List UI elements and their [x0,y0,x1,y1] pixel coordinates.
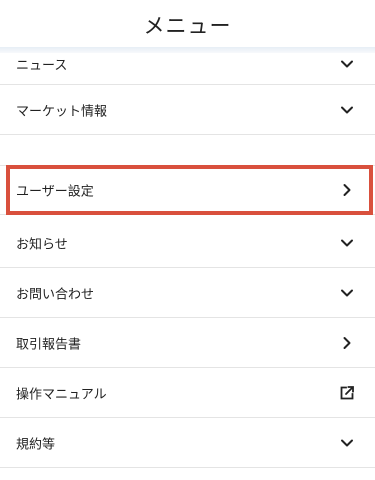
menu-item-contact[interactable]: お問い合わせ [0,268,375,318]
menu-item-trade-reports[interactable]: 取引報告書 [0,318,375,368]
menu-item-market-info[interactable]: マーケット情報 [0,85,375,135]
page-title-text: メニュー [143,14,232,38]
menu-item-label: 規約等 [16,437,56,452]
menu-item-label: マーケット情報 [16,104,108,119]
menu-item-label: お問い合わせ [16,287,95,302]
chevron-right-icon [339,182,355,198]
menu-item-notices[interactable]: お知らせ [0,218,375,268]
section-gap [0,135,375,165]
chevron-down-icon [339,285,355,301]
external-link-icon [339,385,355,401]
menu-item-operation-manual[interactable]: 操作マニュアル [0,368,375,418]
header-divider [0,47,375,53]
chevron-down-icon [339,102,355,118]
chevron-down-icon [339,235,355,251]
menu-item-label: お知らせ [16,237,68,252]
menu-item-terms[interactable]: 規約等 [0,418,375,468]
menu-item-label: ユーザー設定 [16,184,94,200]
chevron-down-icon [339,435,355,451]
menu-item-label: 取引報告書 [16,337,82,352]
menu-item-label: ニュース [16,58,68,74]
chevron-right-icon [339,335,355,351]
header-cover: メニュー [0,0,375,48]
chevron-down-icon [339,56,355,72]
menu-item-user-settings[interactable]: ユーザー設定 [0,165,375,215]
menu-item-label: 操作マニュアル [16,387,107,402]
